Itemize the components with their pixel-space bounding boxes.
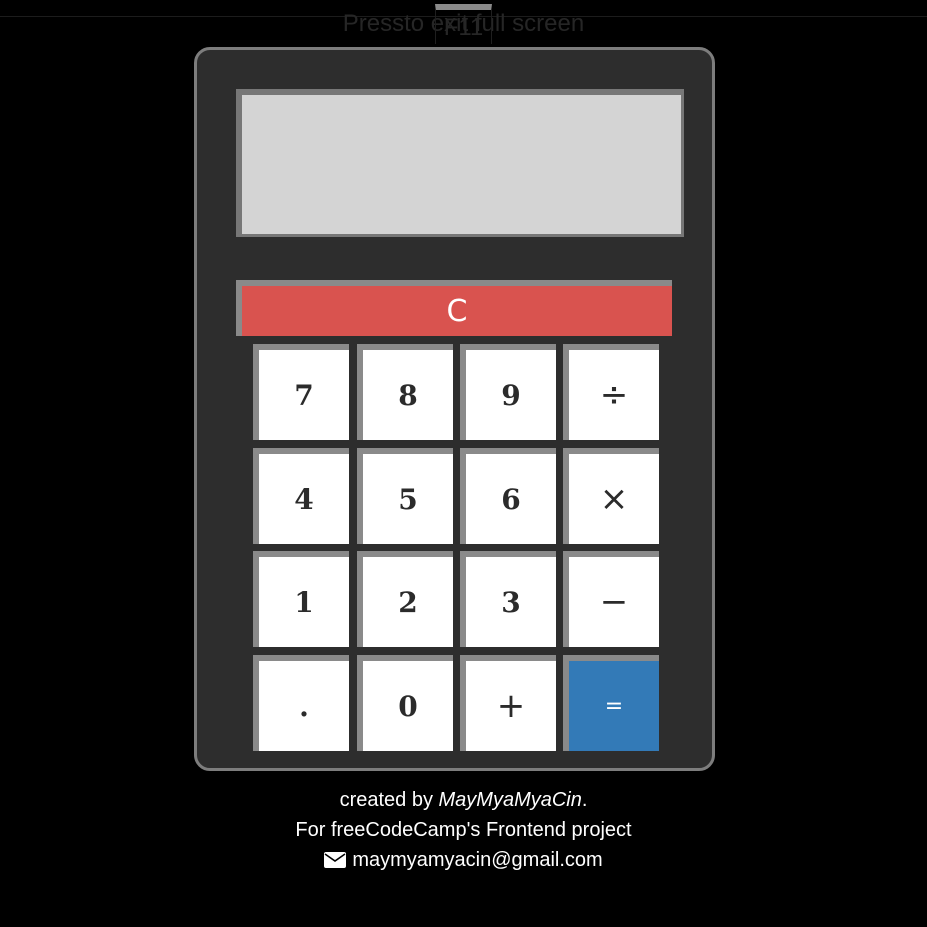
clear-button[interactable]: C [236,280,672,336]
fullscreen-notice: Press F11 to exit full screen [0,4,927,44]
decimal-button[interactable]: . [253,655,349,751]
seven-button[interactable]: 7 [253,344,349,440]
fullscreen-notice-before: Press [342,10,405,37]
multiply-button[interactable]: × [563,448,659,544]
page: Press F11 to exit full screen C 7 8 9 ÷ … [0,0,927,927]
subtract-button[interactable]: − [563,551,659,647]
calculator-display [236,89,684,237]
five-button[interactable]: 5 [357,448,453,544]
credits-suffix: . [581,789,588,811]
email-link[interactable]: maymyamyacin@gmail.com [352,849,602,871]
envelope-icon [324,847,347,877]
equals-button[interactable]: = [563,655,659,751]
one-button[interactable]: 1 [253,551,349,647]
email-line: maymyamyacin@gmail.com [0,845,927,877]
credits-prefix: created by [339,789,439,811]
credits-author-line: created by MayMyaMyaCin. [0,785,927,815]
zero-button[interactable]: 0 [357,655,453,751]
calculator: C 7 8 9 ÷ 4 5 6 × 1 2 3 − . 0 + = [194,47,715,771]
fullscreen-notice-key: F11 [434,4,493,44]
three-button[interactable]: 3 [460,551,556,647]
four-button[interactable]: 4 [253,448,349,544]
fullscreen-notice-after: to exit full screen [404,10,585,37]
two-button[interactable]: 2 [357,551,453,647]
nine-button[interactable]: 9 [460,344,556,440]
author-name[interactable]: MayMyaMyaCin [439,789,582,811]
add-button[interactable]: + [460,655,556,751]
credits: created by MayMyaMyaCin. For freeCodeCam… [0,785,927,877]
eight-button[interactable]: 8 [357,344,453,440]
six-button[interactable]: 6 [460,448,556,544]
project-line: For freeCodeCamp's Frontend project [295,819,632,841]
divide-button[interactable]: ÷ [563,344,659,440]
